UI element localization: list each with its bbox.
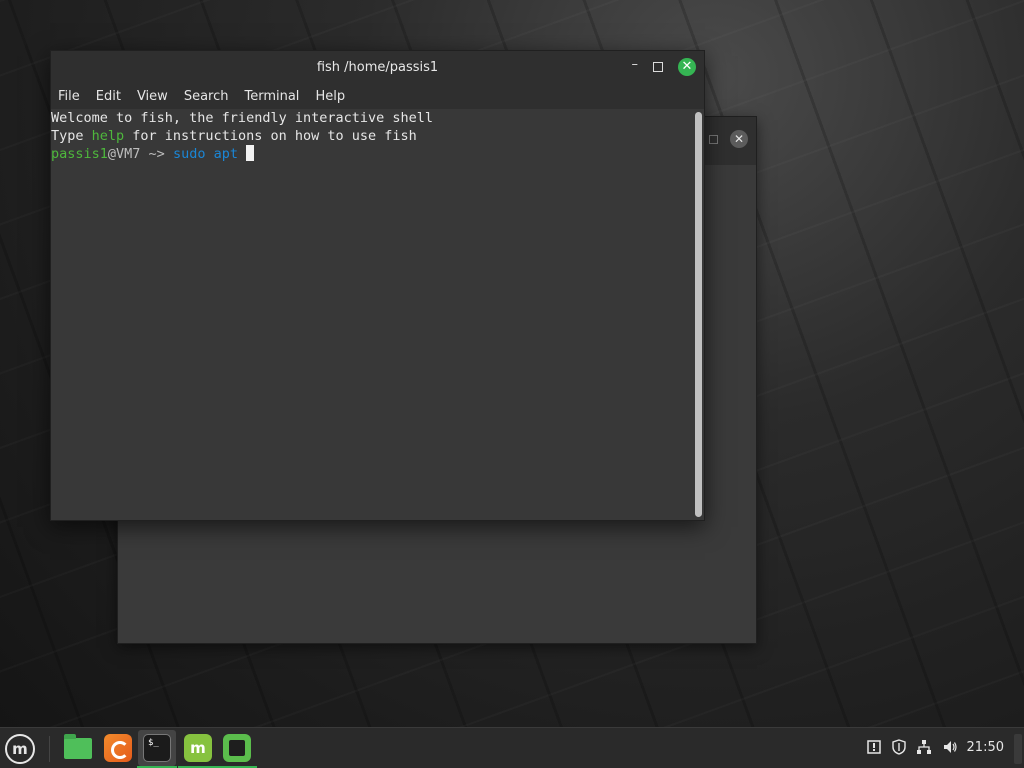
menu-file[interactable]: File [58,89,80,104]
menu-search[interactable]: Search [184,89,229,104]
vertical-scrollbar[interactable] [695,112,702,517]
prompt-user: passis1 [51,146,108,162]
terminal-output[interactable]: Welcome to fish, the friendly interactiv… [51,109,704,520]
firefox-launcher[interactable] [102,732,134,764]
prompt-host: @VM7 ~> [107,146,173,162]
text-cursor [246,145,255,161]
command-sudo: sudo [172,146,206,162]
taskbar: m $_ m 21:50 [0,727,1024,768]
shield-icon[interactable] [891,739,907,755]
help-line-post: for instructions on how to use fish [124,127,417,144]
start-menu-button[interactable]: m [5,734,35,764]
files-launcher[interactable] [62,732,94,764]
help-line-pre: Type [51,127,92,144]
help-line: Type help for instructions on how to use… [51,128,704,146]
terminal-window[interactable]: fish /home/passis1 – ✕ File Edit View Se… [50,50,705,521]
mint-icon: m [184,734,212,762]
welcome-line: Welcome to fish, the friendly interactiv… [51,110,434,126]
menu-bar: File Edit View Search Terminal Help [51,84,704,109]
window-title: fish /home/passis1 [316,60,439,75]
mint-update-launcher[interactable]: m [178,732,218,768]
close-button[interactable]: ✕ [678,58,696,76]
app-launcher[interactable] [217,732,257,768]
taskbar-separator [49,736,50,762]
system-tray: 21:50 [854,728,1024,768]
help-command: help [91,127,125,144]
maximize-button[interactable] [653,62,663,72]
terminal-icon: $_ [143,734,171,762]
menu-terminal[interactable]: Terminal [244,89,299,104]
clock[interactable]: 21:50 [967,740,1004,755]
close-icon[interactable]: ✕ [730,130,748,148]
window-titlebar[interactable]: fish /home/passis1 – ✕ [51,51,704,84]
show-desktop-button[interactable] [1014,734,1022,764]
menu-edit[interactable]: Edit [96,89,121,104]
volume-icon[interactable] [942,739,958,755]
app-icon [223,734,251,762]
menu-help[interactable]: Help [315,89,345,104]
notification-icon[interactable] [866,739,882,755]
firefox-icon [104,734,132,762]
prompt-line[interactable]: passis1@VM7 ~> sudo apt [51,145,704,163]
menu-view[interactable]: View [137,89,168,104]
minimize-button[interactable]: – [632,57,639,73]
maximize-icon[interactable] [709,135,718,144]
network-icon[interactable] [916,739,932,755]
scrollbar-thumb[interactable] [695,112,702,517]
folder-icon [64,734,92,759]
terminal-launcher[interactable]: $_ [137,730,177,768]
command-apt: apt [205,146,247,162]
